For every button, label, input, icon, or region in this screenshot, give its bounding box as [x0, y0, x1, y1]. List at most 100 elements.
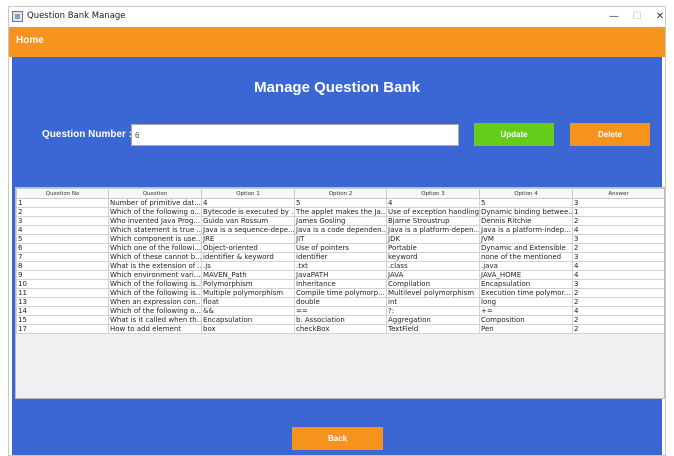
table-cell[interactable]: Which of the following is... — [108, 288, 202, 298]
column-header[interactable]: Option 2 — [294, 188, 387, 199]
table-cell[interactable]: 14 — [16, 306, 109, 316]
table-cell[interactable]: 4 — [386, 198, 480, 208]
table-cell[interactable]: 9 — [16, 270, 109, 280]
table-cell[interactable]: When an expression con... — [108, 297, 202, 307]
table-cell[interactable]: 2 — [572, 216, 664, 226]
title-bar[interactable]: Question Bank Manage — ☐ ✕ — [9, 7, 665, 27]
close-button[interactable]: ✕ — [649, 8, 671, 26]
table-cell[interactable]: Compile time polymorp... — [294, 288, 387, 298]
table-cell[interactable]: Pen — [479, 324, 573, 334]
minimize-button[interactable]: — — [603, 8, 625, 26]
table-row[interactable]: 11 Which of the following is... Multiple p… — [16, 288, 664, 298]
table-row[interactable]: 17 How to add element box checkBox TextField… — [16, 324, 664, 334]
table-cell[interactable]: Guido van Rossum — [201, 216, 295, 226]
table-cell[interactable]: 3 — [16, 216, 109, 226]
table-cell[interactable]: 4 — [16, 225, 109, 235]
table-cell[interactable]: Dynamic and Extensible — [479, 243, 573, 253]
table-cell[interactable]: JAVA — [386, 270, 480, 280]
table-cell[interactable]: 4 — [572, 261, 664, 271]
column-header[interactable]: Option 1 — [201, 188, 295, 199]
table-cell[interactable]: Which of the following is... — [108, 279, 202, 289]
table-cell[interactable]: b. Association — [294, 315, 387, 325]
update-button[interactable]: Update — [474, 123, 554, 146]
table-cell[interactable]: JRE — [201, 234, 295, 244]
maximize-button[interactable]: ☐ — [626, 8, 648, 26]
table-cell[interactable]: 17 — [16, 324, 109, 334]
table-cell[interactable]: Bytecode is executed by ... — [201, 207, 295, 217]
table-cell[interactable]: Bjarne Stroustrup — [386, 216, 480, 226]
table-row[interactable]: 1 Number of primitive dat... 4 5 4 5 3 — [16, 198, 664, 208]
table-cell[interactable]: 2 — [572, 324, 664, 334]
table-row[interactable]: 8 What is the extension of ... .js .txt .cla… — [16, 261, 664, 271]
table-row[interactable]: 9 Which environment vari... MAVEN_Path Java… — [16, 270, 664, 280]
table-cell[interactable]: Java is a sequence-depe... — [201, 225, 295, 235]
table-cell[interactable]: MAVEN_Path — [201, 270, 295, 280]
table-cell[interactable]: 2 — [16, 207, 109, 217]
table-cell[interactable]: What is the extension of ... — [108, 261, 202, 271]
table-cell[interactable]: Dynamic binding betwee... — [479, 207, 573, 217]
table-cell[interactable]: double — [294, 297, 387, 307]
table-cell[interactable]: 4 — [201, 198, 295, 208]
table-cell[interactable]: Polymorphism — [201, 279, 295, 289]
table-cell[interactable]: float — [201, 297, 295, 307]
table-cell[interactable]: 15 — [16, 315, 109, 325]
table-cell[interactable]: JAVA_HOME — [479, 270, 573, 280]
table-row[interactable]: 14 Which of the following o... && ==?: += 4 — [16, 306, 664, 316]
table-cell[interactable]: checkBox — [294, 324, 387, 334]
table-cell[interactable]: 1 — [572, 207, 664, 217]
table-cell[interactable]: 4 — [572, 306, 664, 316]
table-cell[interactable]: Who invented Java Prog... — [108, 216, 202, 226]
table-cell[interactable]: == — [294, 306, 387, 316]
table-cell[interactable]: ?: — [386, 306, 480, 316]
table-cell[interactable]: Composition — [479, 315, 573, 325]
table-row[interactable]: 15 What is it called when th... Encapsulat… — [16, 315, 664, 325]
table-cell[interactable]: Which environment vari... — [108, 270, 202, 280]
table-cell[interactable]: Which component is use... — [108, 234, 202, 244]
table-cell[interactable]: Multilevel polymorphism — [386, 288, 480, 298]
table-cell[interactable]: Java is a platform-indep... — [479, 225, 573, 235]
table-cell[interactable]: 11 — [16, 288, 109, 298]
table-cell[interactable]: 5 — [294, 198, 387, 208]
table-cell[interactable]: identifier & keyword — [201, 252, 295, 262]
question-table[interactable]: Question No Question Option 1 Option 2 Optio… — [15, 187, 665, 399]
table-cell[interactable]: Encapsulation — [479, 279, 573, 289]
table-cell[interactable]: Object-oriented — [201, 243, 295, 253]
table-cell[interactable]: none of the mentioned — [479, 252, 573, 262]
table-cell[interactable]: Dennis Ritchie — [479, 216, 573, 226]
question-number-input[interactable]: 6 — [131, 124, 459, 146]
table-row[interactable]: 2 Which of the following o... Bytecode is … — [16, 207, 664, 217]
table-cell[interactable]: Multiple polymorphism — [201, 288, 295, 298]
table-cell[interactable]: 6 — [16, 243, 109, 253]
table-cell[interactable]: How to add element — [108, 324, 202, 334]
table-cell[interactable]: int — [386, 297, 480, 307]
table-row[interactable]: 10 Which of the following is... Polymorphi… — [16, 279, 664, 289]
column-header[interactable]: Question — [108, 188, 202, 199]
table-cell[interactable]: 8 — [16, 261, 109, 271]
table-cell[interactable]: 2 — [572, 297, 664, 307]
table-cell[interactable]: .java — [479, 261, 573, 271]
table-cell[interactable]: += — [479, 306, 573, 316]
table-cell[interactable]: box — [201, 324, 295, 334]
table-cell[interactable]: Use of pointers — [294, 243, 387, 253]
table-row[interactable]: 6 Which one of the followi... Object-orien… — [16, 243, 664, 253]
table-cell[interactable]: && — [201, 306, 295, 316]
table-cell[interactable]: 3 — [572, 252, 664, 262]
table-cell[interactable]: Which of the following o... — [108, 207, 202, 217]
table-cell[interactable]: Java is a platform-depen... — [386, 225, 480, 235]
table-cell[interactable]: 5 — [16, 234, 109, 244]
table-cell[interactable]: 3 — [572, 279, 664, 289]
table-cell[interactable]: JavaPATH — [294, 270, 387, 280]
table-cell[interactable]: James Gosling — [294, 216, 387, 226]
column-header[interactable]: Option 3 — [386, 188, 480, 199]
table-cell[interactable]: 2 — [572, 243, 664, 253]
table-cell[interactable]: Aggregation — [386, 315, 480, 325]
table-cell[interactable]: .js — [201, 261, 295, 271]
table-cell[interactable]: Encapsulation — [201, 315, 295, 325]
back-button[interactable]: Back — [292, 427, 383, 450]
table-cell[interactable]: 4 — [572, 270, 664, 280]
menu-item-home[interactable]: Home — [16, 35, 44, 46]
table-cell[interactable]: JDK — [386, 234, 480, 244]
table-cell[interactable]: Portable — [386, 243, 480, 253]
table-cell[interactable]: long — [479, 297, 573, 307]
delete-button[interactable]: Delete — [570, 123, 650, 146]
